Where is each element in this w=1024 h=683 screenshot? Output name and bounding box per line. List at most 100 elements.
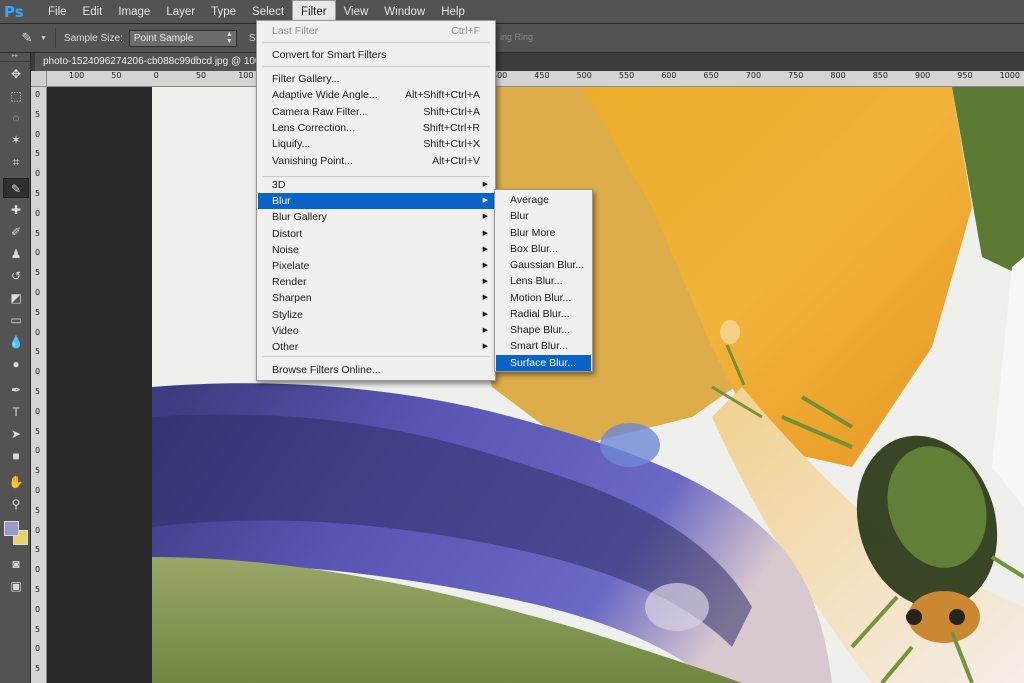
foreground-color-swatch[interactable] xyxy=(4,521,19,536)
magic-wand-tool-icon[interactable]: ✶ xyxy=(3,130,29,150)
submenu-arrow-icon: ▶ xyxy=(482,197,488,205)
menu-item-video[interactable]: Video ▶ xyxy=(258,323,494,339)
quick-mask-icon[interactable]: ◙ xyxy=(3,554,29,574)
submenu-arrow-icon: ▶ xyxy=(482,294,488,302)
blur-item-lens-blur[interactable]: Lens Blur... xyxy=(496,273,591,289)
blur-item-smart-blur[interactable]: Smart Blur... xyxy=(496,338,591,354)
ruler-tick-label: 850 xyxy=(872,71,888,80)
menu-item-label: Sharpen xyxy=(272,292,312,305)
blur-item-surface-blur[interactable]: Surface Blur... xyxy=(496,354,591,371)
ruler-tick-label: 450 xyxy=(534,71,550,80)
menu-item-other[interactable]: Other ▶ xyxy=(258,339,494,355)
blur-tool-icon[interactable]: 💧 xyxy=(3,332,29,352)
menu-item-label: Vanishing Point... xyxy=(272,154,353,167)
menu-item-lens-correction[interactable]: Lens Correction... Shift+Ctrl+R xyxy=(258,120,494,136)
ruler-tick-label: 550 xyxy=(618,71,635,80)
eyedropper-icon[interactable]: ✎ xyxy=(18,29,36,47)
blur-item-radial-blur[interactable]: Radial Blur... xyxy=(496,306,591,322)
menu-item-label: Blur xyxy=(510,210,529,223)
menu-item-3d[interactable]: 3D ▶ xyxy=(258,177,494,193)
blur-item-shape-blur[interactable]: Shape Blur... xyxy=(496,322,591,338)
menu-type[interactable]: Type xyxy=(203,0,244,24)
menu-item-label: Box Blur... xyxy=(510,242,558,255)
menu-item-liquify[interactable]: Liquify... Shift+Ctrl+X xyxy=(258,136,494,152)
ruler-tick-label: 100 xyxy=(238,71,254,80)
blur-item-motion-blur[interactable]: Motion Blur... xyxy=(496,290,591,306)
panel-grip-icon[interactable]: ▸▸ xyxy=(0,53,30,62)
menu-image[interactable]: Image xyxy=(110,0,158,24)
hand-tool-icon[interactable]: ✋ xyxy=(3,472,29,492)
menu-bar: Ps File Edit Image Layer Type Select Fil… xyxy=(0,0,1024,24)
menu-item-sharpen[interactable]: Sharpen ▶ xyxy=(258,290,494,306)
menu-item-noise[interactable]: Noise ▶ xyxy=(258,242,494,258)
blur-item-blur-more[interactable]: Blur More xyxy=(496,225,591,241)
zoom-tool-icon[interactable]: ⚲ xyxy=(3,494,29,514)
ruler-tick-label: 0 xyxy=(35,288,41,297)
menu-item-distort[interactable]: Distort ▶ xyxy=(258,226,494,242)
horizontal-ruler[interactable]: 1005005010015020025030035040045050055060… xyxy=(47,71,1024,87)
sample-size-select[interactable]: Point Sample ▲ ▼ xyxy=(128,29,237,47)
menu-item-adaptive-wide-angle[interactable]: Adaptive Wide Angle... Alt+Shift+Ctrl+A xyxy=(258,87,494,103)
ruler-tick-label: 5 xyxy=(35,505,41,515)
menu-layer[interactable]: Layer xyxy=(158,0,203,24)
gradient-tool-icon[interactable]: ▭ xyxy=(3,310,29,330)
blur-item-blur[interactable]: Blur xyxy=(496,208,591,224)
menu-item-convert-smart-filters[interactable]: Convert for Smart Filters xyxy=(258,47,494,63)
pasteboard xyxy=(47,87,152,683)
ruler-tick-label: 950 xyxy=(957,71,973,80)
show-sampling-ring-label: ing Ring xyxy=(500,32,534,42)
eraser-tool-icon[interactable]: ◩ xyxy=(3,288,29,308)
menu-item-label: Camera Raw Filter... xyxy=(272,105,368,118)
ruler-tick-label: 0 xyxy=(35,644,41,654)
history-brush-tool-icon[interactable]: ↺ xyxy=(3,266,29,286)
eyedropper-tool-icon[interactable]: ✎ xyxy=(3,178,29,198)
menu-item-pixelate[interactable]: Pixelate ▶ xyxy=(258,258,494,274)
menu-item-vanishing-point[interactable]: Vanishing Point... Alt+Ctrl+V xyxy=(258,153,494,169)
menu-item-label: Blur Gallery xyxy=(272,211,327,224)
menu-item-blur-gallery[interactable]: Blur Gallery ▶ xyxy=(258,209,494,225)
menu-file[interactable]: File xyxy=(40,0,75,24)
submenu-arrow-icon: ▶ xyxy=(482,229,488,237)
menu-item-blur[interactable]: Blur ▶ xyxy=(258,193,494,210)
blur-item-gaussian-blur[interactable]: Gaussian Blur... xyxy=(496,257,591,273)
move-tool-icon[interactable]: ✥ xyxy=(3,64,29,84)
tool-preset-caret-icon[interactable]: ▼ xyxy=(40,35,47,42)
sample-size-value: Point Sample xyxy=(133,32,194,44)
lasso-tool-icon[interactable]: ◌ xyxy=(3,108,29,128)
marquee-tool-icon[interactable]: ⬚ xyxy=(3,86,29,106)
dodge-tool-icon[interactable]: ● xyxy=(3,354,29,374)
ruler-tick-label: 5 xyxy=(35,268,41,278)
menu-edit[interactable]: Edit xyxy=(75,0,111,24)
tool-group-gap xyxy=(0,374,30,378)
type-tool-icon[interactable]: T xyxy=(3,402,29,422)
healing-brush-tool-icon[interactable]: ✚ xyxy=(3,200,29,220)
sample-size-label: Sample Size: xyxy=(63,32,123,44)
menu-item-stylize[interactable]: Stylize ▶ xyxy=(258,307,494,323)
clone-stamp-tool-icon[interactable]: ♟ xyxy=(3,244,29,264)
ruler-origin[interactable] xyxy=(31,71,47,87)
tool-group-gap xyxy=(0,466,30,470)
path-selection-tool-icon[interactable]: ➤ xyxy=(3,424,29,444)
screen-mode-icon[interactable]: ▣ xyxy=(3,576,29,596)
blur-item-average[interactable]: Average xyxy=(496,192,591,208)
vertical-ruler[interactable]: 0 5 0 5 0 5 0 5 0 5 0 5 0 5 0 5 0 5 0 5 0 5 0 5 0 5 0 5 0 5 xyxy=(31,87,47,683)
ruler-tick-label: 0 xyxy=(35,129,41,139)
blur-item-box-blur[interactable]: Box Blur... xyxy=(496,241,591,257)
menu-item-label: Liquify... xyxy=(272,138,311,151)
shape-tool-icon[interactable]: ■ xyxy=(3,446,29,466)
tool-group-gap xyxy=(0,172,30,176)
ruler-tick-label: 650 xyxy=(703,71,719,80)
brush-tool-icon[interactable]: ✐ xyxy=(3,222,29,242)
menu-item-filter-gallery[interactable]: Filter Gallery... xyxy=(258,71,494,87)
pen-tool-icon[interactable]: ✒ xyxy=(3,380,29,400)
menu-item-label: Adaptive Wide Angle... xyxy=(272,89,378,102)
menu-item-camera-raw-filter[interactable]: Camera Raw Filter... Shift+Ctrl+A xyxy=(258,104,494,120)
document-tab[interactable]: photo-1524096274206-cb088c99dbcd.jpg @ 1… xyxy=(35,53,269,71)
menu-item-label: Shape Blur... xyxy=(510,324,571,336)
menu-item-label: 3D xyxy=(272,179,286,191)
menu-item-browse-filters-online[interactable]: Browse Filters Online... xyxy=(258,362,494,378)
crop-tool-icon[interactable]: ⌗ xyxy=(3,152,29,172)
menu-item-render[interactable]: Render ▶ xyxy=(258,274,494,290)
menu-item-label: Blur xyxy=(272,195,291,208)
ruler-tick-label: 5 xyxy=(35,387,41,396)
